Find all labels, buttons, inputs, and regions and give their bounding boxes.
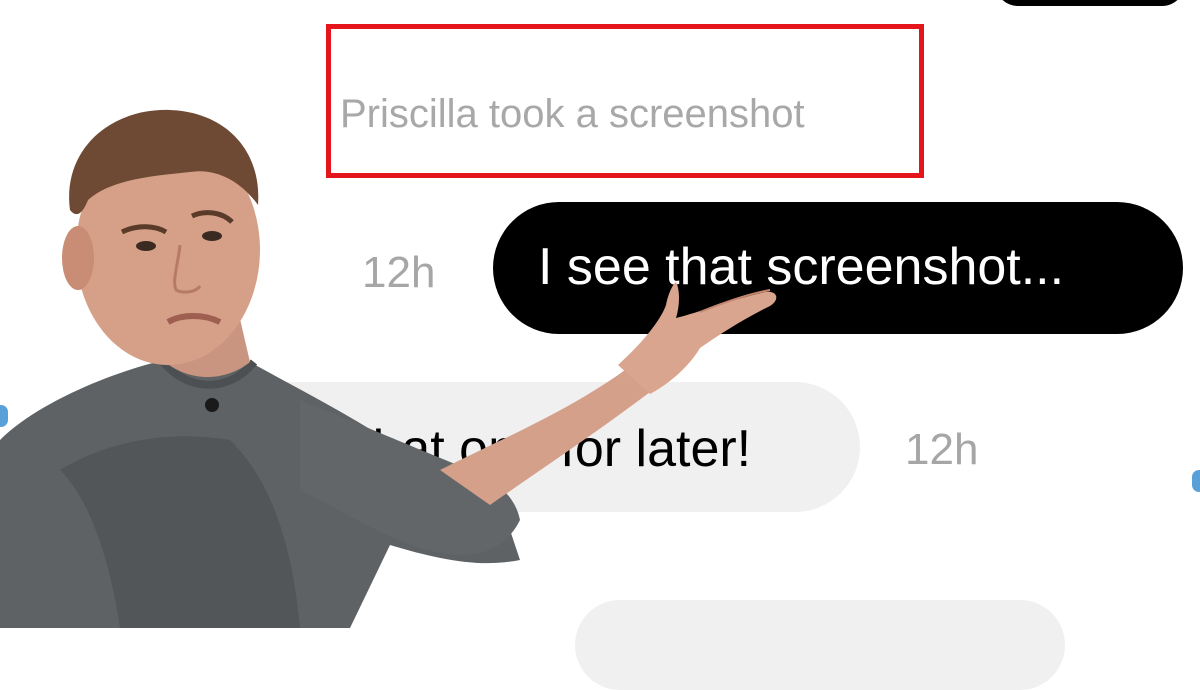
person-figure [0, 109, 777, 628]
gesturing-man-photo [0, 109, 777, 628]
